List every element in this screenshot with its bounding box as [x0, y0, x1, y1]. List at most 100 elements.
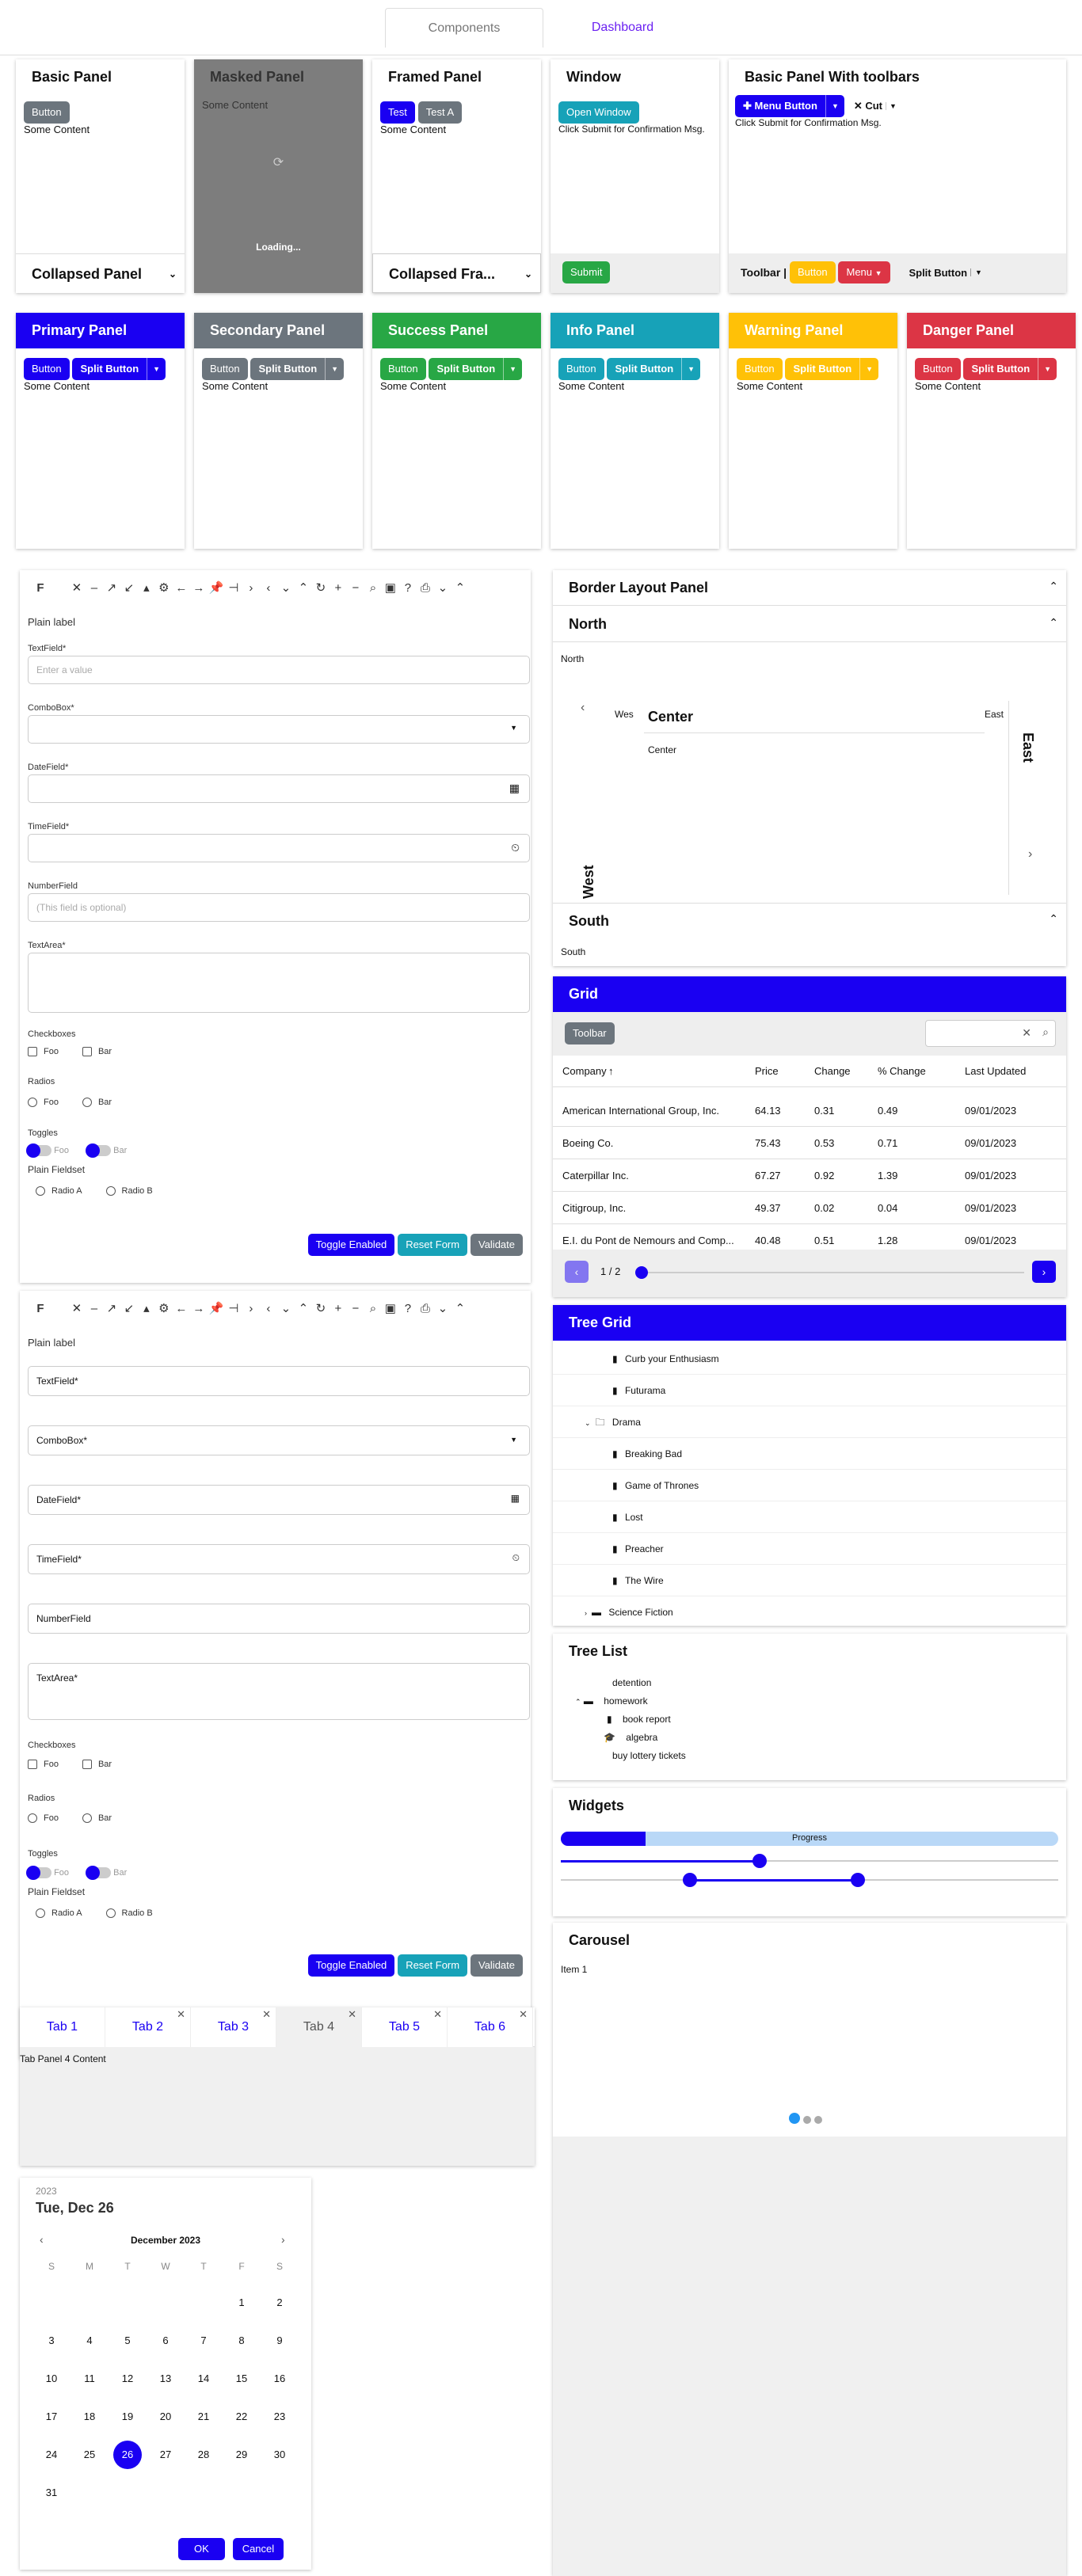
chevron-left-icon[interactable]: ‹ — [260, 1291, 277, 1326]
calendar-day[interactable]: 22 — [227, 2410, 256, 2422]
test-button[interactable]: Test — [380, 101, 415, 124]
button[interactable]: Button — [915, 358, 961, 380]
checkbox-bar[interactable]: Bar — [82, 1047, 112, 1057]
unpin-icon[interactable]: ⊣ — [225, 570, 242, 606]
radio-circle[interactable] — [36, 1186, 45, 1197]
calendar-day[interactable]: 2 — [265, 2296, 294, 2308]
button[interactable]: Button — [202, 358, 248, 380]
close-icon[interactable]: ✕ — [68, 570, 86, 606]
bold-f-icon[interactable]: F — [32, 1291, 49, 1326]
chevron-down-icon[interactable]: ⌄ — [277, 1291, 295, 1326]
menu-button[interactable]: ✚ Menu Button ▼ — [735, 95, 844, 117]
calendar-day[interactable]: 16 — [265, 2372, 294, 2384]
tab-components[interactable]: Components — [385, 8, 543, 48]
calendar-day[interactable]: 6 — [151, 2334, 180, 2346]
close-icon[interactable]: ✕ — [519, 2007, 528, 2034]
arrow-right-icon[interactable]: → — [190, 570, 208, 606]
calendar-day[interactable]: 17 — [37, 2410, 66, 2422]
tree-item[interactable]: detention — [612, 1677, 651, 1688]
pin-icon[interactable]: 📌 — [208, 570, 225, 606]
slider-thumb[interactable] — [635, 1266, 648, 1279]
radio-circle[interactable] — [36, 1908, 45, 1919]
toggle-bar[interactable] — [86, 1866, 112, 1880]
toggle-foo[interactable] — [26, 1866, 51, 1880]
toggle-enabled-button[interactable]: Toggle Enabled — [307, 1234, 395, 1256]
calendar-day[interactable]: 24 — [37, 2449, 66, 2460]
chevron-up-icon[interactable]: ⌃ — [1049, 616, 1058, 630]
tree-row[interactable]: ⌄ 🗀 Drama — [553, 1406, 1066, 1438]
unpin-icon[interactable]: ⊣ — [225, 1291, 242, 1326]
chevron-right-icon[interactable]: › — [1028, 847, 1032, 862]
radio-a[interactable]: Radio A — [36, 1186, 82, 1197]
expand-icon[interactable]: ↗ — [103, 570, 120, 606]
column-header[interactable]: Last Updated — [965, 1065, 1026, 1077]
checkbox-box[interactable] — [82, 1047, 92, 1057]
caret-down-icon[interactable]: ▼ — [325, 358, 344, 380]
tree-item-label[interactable]: algebra — [626, 1732, 657, 1743]
calendar-icon[interactable]: ▦ — [511, 1493, 520, 1504]
submit-button[interactable]: Submit — [562, 261, 611, 283]
search-icon[interactable]: ⌕ — [364, 570, 382, 606]
calendar-day[interactable]: 8 — [227, 2334, 256, 2346]
table-row[interactable]: Boeing Co. 75.43 0.53 0.71 09/01/2023 — [553, 1128, 1066, 1159]
tab-2[interactable]: Tab 2 ✕ — [105, 2007, 191, 2047]
calendar-day[interactable]: 13 — [151, 2372, 180, 2384]
reset-form-button[interactable]: Reset Form — [398, 1954, 468, 1977]
calendar-day[interactable]: 1 — [227, 2296, 256, 2308]
tree-row[interactable]: ▮ Game of Thrones — [553, 1470, 1066, 1501]
calendar-day[interactable]: 29 — [227, 2449, 256, 2460]
tab-3[interactable]: Tab 3 ✕ — [191, 2007, 276, 2047]
button[interactable]: Button — [380, 358, 426, 380]
split-button[interactable]: Split Button ▼ — [72, 358, 166, 380]
button[interactable]: Button — [24, 358, 70, 380]
tree-row[interactable]: ▮ Breaking Bad — [553, 1438, 1066, 1470]
tab-1[interactable]: Tab 1 — [20, 2007, 105, 2047]
arrow-right-icon[interactable]: → — [190, 1291, 208, 1326]
radio-bar[interactable]: Bar — [82, 1098, 112, 1108]
prev-page-button[interactable]: ‹ — [565, 1261, 589, 1283]
radio-circle[interactable] — [105, 1908, 116, 1919]
minus-icon[interactable]: − — [347, 1291, 364, 1326]
calendar-day[interactable]: 19 — [113, 2410, 142, 2422]
checkbox-box[interactable] — [28, 1047, 37, 1057]
chevron-down-icon[interactable]: ⌄ — [169, 254, 177, 293]
chevron-down-icon[interactable]: ⌄ — [277, 570, 295, 606]
table-row[interactable]: Citigroup, Inc. 49.37 0.02 0.04 09/01/2023 — [553, 1193, 1066, 1224]
chevron-down-icon[interactable]: ⌄ — [585, 1419, 591, 1427]
sort-asc-icon[interactable]: ↑ — [608, 1065, 614, 1077]
chevron-up-icon[interactable]: ⌃ — [451, 1291, 469, 1326]
caret-down-icon[interactable]: ▼ — [859, 358, 878, 380]
radio-b[interactable]: Radio B — [105, 1186, 153, 1197]
search-icon[interactable]: ⌕ — [1042, 1025, 1049, 1039]
carousel-dot-active[interactable] — [789, 2113, 800, 2124]
gear-icon[interactable]: ⚙ — [155, 570, 173, 606]
date-field[interactable]: DateField* ▦ — [28, 1485, 530, 1515]
button[interactable]: Button — [790, 261, 836, 283]
tree-row[interactable]: › ▬ Science Fiction — [553, 1596, 1066, 1626]
toggle-enabled-button[interactable]: Toggle Enabled — [307, 1954, 395, 1977]
range-slider[interactable] — [561, 1873, 1058, 1887]
print-icon[interactable]: ⎙ — [417, 570, 434, 606]
calendar-day[interactable]: 25 — [75, 2449, 104, 2460]
calendar-day[interactable]: 18 — [75, 2410, 104, 2422]
radio-b[interactable]: Radio B — [105, 1908, 153, 1919]
calendar-day[interactable]: 9 — [265, 2334, 294, 2346]
split-button[interactable]: Split Button ▼ — [785, 358, 879, 380]
caret-down-icon[interactable]: ▼ — [1038, 358, 1057, 380]
clock-icon[interactable]: ⏲ — [511, 841, 520, 854]
toggle-bar[interactable] — [86, 1143, 112, 1158]
caret-down-icon[interactable]: ▼ — [147, 358, 166, 380]
time-field[interactable]: TimeField* ⏲ — [28, 1544, 530, 1574]
radio-circle[interactable] — [82, 1098, 92, 1108]
radio-circle[interactable] — [28, 1813, 37, 1824]
table-row[interactable]: Caterpillar Inc. 67.27 0.92 1.39 09/01/2023 — [553, 1160, 1066, 1192]
close-icon[interactable]: ✕ — [433, 2007, 442, 2034]
chevron-down-icon[interactable]: ⌄ — [434, 1291, 451, 1326]
radio-foo[interactable]: Foo — [28, 1813, 59, 1824]
split-button[interactable]: Split Button ▼ — [607, 358, 701, 380]
checkbox-bar[interactable]: Bar — [82, 1760, 112, 1770]
save-icon[interactable]: ▣ — [382, 570, 399, 606]
calendar-day[interactable]: 7 — [189, 2334, 218, 2346]
minimize-icon[interactable]: – — [86, 570, 103, 606]
plus-icon[interactable]: + — [330, 1291, 347, 1326]
